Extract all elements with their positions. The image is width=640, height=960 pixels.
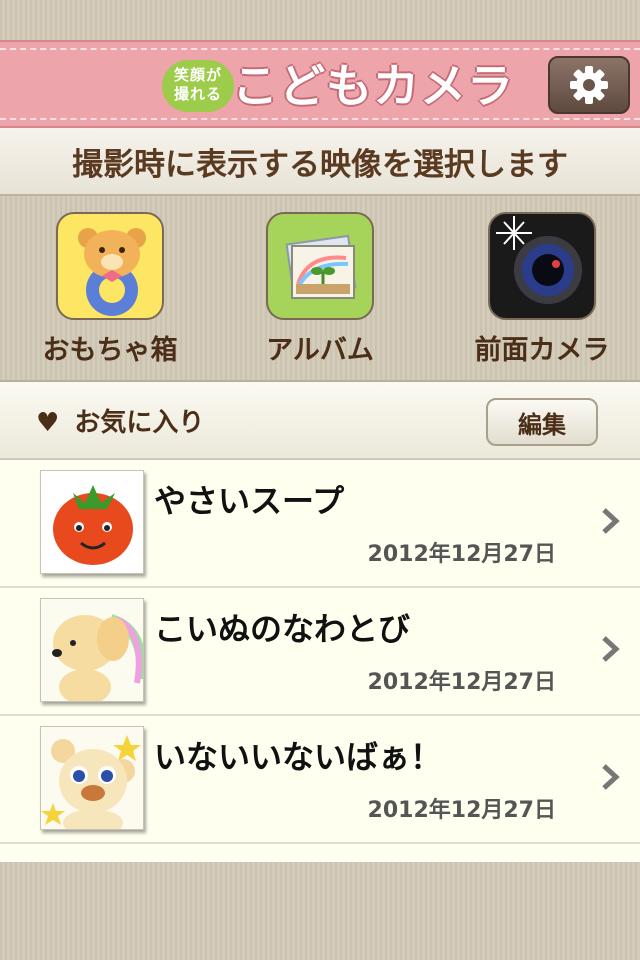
app-title: こどもカメラ — [232, 59, 514, 113]
source-album[interactable]: アルバム — [240, 212, 400, 367]
bear-cub-thumb — [40, 726, 144, 830]
heart-icon: ♥ — [36, 408, 60, 438]
settings-button[interactable] — [548, 56, 630, 114]
favorites-list: やさいスープ 2012年12月27日 こいぬのなわとび 2012年12月27日 — [0, 460, 640, 862]
edit-button[interactable]: 編集 — [486, 398, 598, 446]
list-item-title: やさいスープ — [154, 482, 345, 520]
favorites-header: ♥ お気に入り 編集 — [0, 380, 640, 460]
logo-badge: 笑顔が 撮れる — [162, 60, 234, 112]
list-item-date: 2012年12月27日 — [367, 670, 556, 695]
list-item-date: 2012年12月27日 — [367, 798, 556, 823]
chevron-right-icon — [602, 508, 620, 534]
instruction-banner: 撮影時に表示する映像を選択します — [0, 128, 640, 196]
toybox-bear-icon — [56, 212, 164, 320]
source-front-camera[interactable]: 前面カメラ — [462, 212, 622, 367]
source-front-camera-label: 前面カメラ — [474, 335, 610, 366]
list-item-date: 2012年12月27日 — [367, 542, 556, 567]
album-photos-icon — [266, 212, 374, 320]
chevron-right-icon — [602, 636, 620, 662]
list-item-title: いないいないばぁ！ — [154, 738, 443, 776]
logo-badge-line1: 笑顔が — [173, 66, 222, 84]
puppy-thumb — [40, 598, 144, 702]
camera-lens-icon — [488, 212, 596, 320]
source-toybox[interactable]: おもちゃ箱 — [30, 212, 190, 367]
source-album-label: アルバム — [266, 335, 374, 366]
source-toybox-label: おもちゃ箱 — [42, 335, 178, 366]
gear-icon — [570, 66, 608, 104]
list-item[interactable]: やさいスープ 2012年12月27日 — [0, 460, 640, 588]
favorites-title-wrap: ♥ お気に入り — [36, 402, 204, 439]
favorites-title: お気に入り — [74, 408, 205, 438]
tomato-thumb — [40, 470, 144, 574]
chevron-right-icon — [602, 764, 620, 790]
logo-badge-line2: 撮れる — [173, 85, 222, 103]
app-header: 笑顔が 撮れる こどもカメラ — [0, 40, 640, 128]
top-stripe-background — [0, 0, 640, 40]
list-item[interactable]: いないいないばぁ！ 2012年12月27日 — [0, 716, 640, 844]
video-source-selector: おもちゃ箱 アルバム 前面カメラ — [0, 196, 640, 380]
list-item-title: こいぬのなわとび — [154, 610, 411, 648]
list-item[interactable]: こいぬのなわとび 2012年12月27日 — [0, 588, 640, 716]
